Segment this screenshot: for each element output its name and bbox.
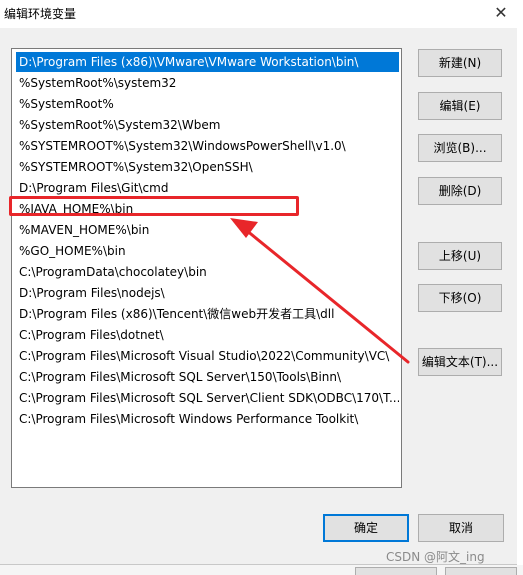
list-item[interactable]: %SystemRoot%\system32 (16, 73, 399, 93)
list-item[interactable]: C:\Program Files\Microsoft Visual Studio… (16, 346, 399, 366)
list-item[interactable]: %GO_HOME%\bin (16, 241, 399, 261)
move-up-button[interactable]: 上移(U) (418, 242, 502, 270)
list-item[interactable]: D:\Program Files (x86)\Tencent\微信web开发者工… (16, 304, 399, 324)
ok-button[interactable]: 确定 (323, 514, 409, 542)
list-item[interactable]: C:\Program Files\Microsoft SQL Server\Cl… (16, 388, 399, 408)
window-title: 编辑环境变量 (4, 7, 77, 21)
list-item[interactable]: C:\Program Files\dotnet\ (16, 325, 399, 345)
list-item[interactable]: D:\Program Files\nodejs\ (16, 283, 399, 303)
list-item[interactable]: C:\ProgramData\chocolatey\bin (16, 262, 399, 282)
watermark: CSDN @阿文_ing (386, 550, 485, 564)
list-item[interactable]: %SYSTEMROOT%\System32\OpenSSH\ (16, 157, 399, 177)
list-item[interactable]: %MAVEN_HOME%\bin (16, 220, 399, 240)
list-item[interactable]: C:\Program Files\Microsoft Windows Perfo… (16, 409, 399, 429)
edit-button[interactable]: 编辑(E) (418, 92, 502, 120)
background-cancel-button (445, 567, 517, 575)
new-button[interactable]: 新建(N) (418, 49, 502, 77)
list-item[interactable]: %SystemRoot%\System32\Wbem (16, 115, 399, 135)
browse-button[interactable]: 浏览(B)... (418, 134, 502, 162)
close-icon[interactable]: ✕ (487, 2, 515, 24)
edit-env-var-dialog: 编辑环境变量 ✕ D:\Program Files (x86)\VMware\V… (0, 0, 518, 565)
list-item[interactable]: %JAVA_HOME%\bin (16, 199, 399, 219)
background-ok-button (355, 567, 437, 575)
list-item[interactable]: C:\Program Files\Microsoft SQL Server\15… (16, 367, 399, 387)
edit-text-button[interactable]: 编辑文本(T)... (418, 348, 502, 376)
path-listbox[interactable]: D:\Program Files (x86)\VMware\VMware Wor… (11, 48, 402, 488)
delete-button[interactable]: 删除(D) (418, 177, 502, 205)
list-item[interactable]: D:\Program Files\Git\cmd (16, 178, 399, 198)
cancel-button[interactable]: 取消 (418, 514, 504, 542)
background-window-edge (517, 0, 523, 575)
list-item[interactable]: D:\Program Files (x86)\VMware\VMware Wor… (16, 52, 399, 72)
move-down-button[interactable]: 下移(O) (418, 284, 502, 312)
title-bar: 编辑环境变量 ✕ (0, 0, 517, 28)
list-item[interactable]: %SystemRoot% (16, 94, 399, 114)
list-item[interactable]: %SYSTEMROOT%\System32\WindowsPowerShell\… (16, 136, 399, 156)
